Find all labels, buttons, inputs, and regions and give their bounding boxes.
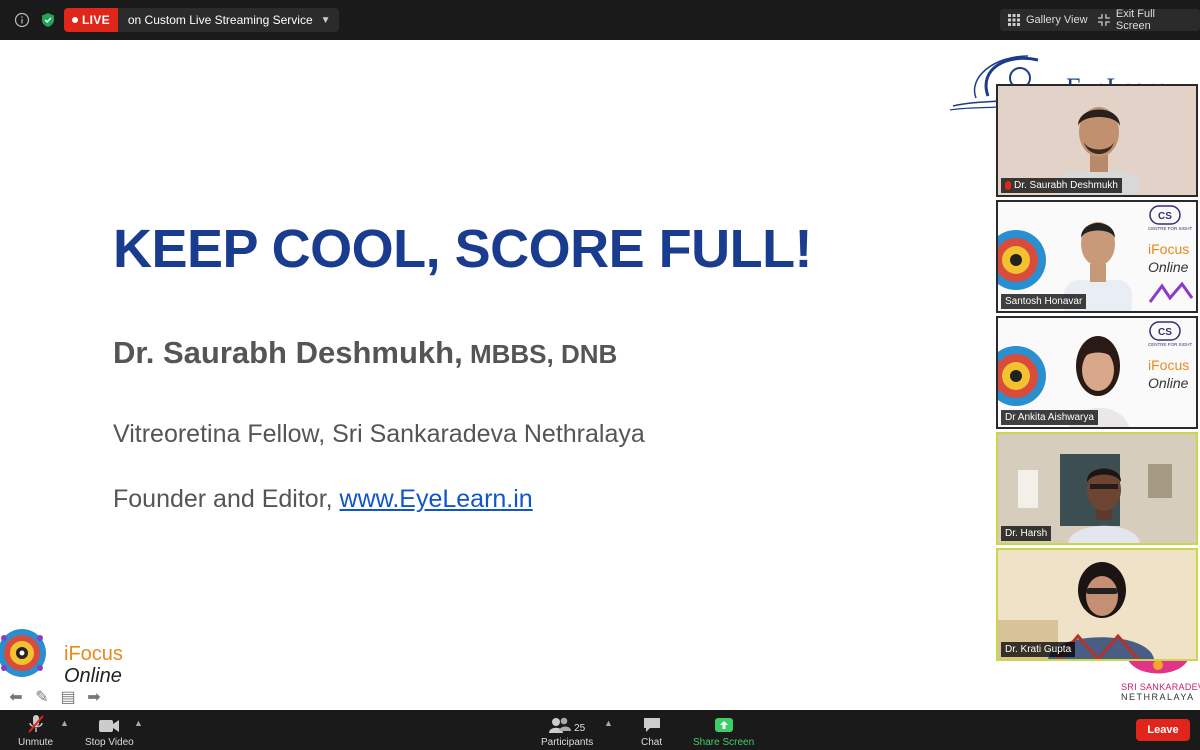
share-screen-button[interactable]: Share Screen: [693, 714, 754, 748]
exit-full-screen-icon: [1098, 14, 1110, 26]
slide-title: KEEP COOL, SCORE FULL!: [113, 219, 813, 279]
tile-logo-line1: iFocus: [1148, 357, 1189, 373]
unmute-label: Unmute: [18, 737, 54, 748]
ifocus-logo-line2: Online: [64, 665, 122, 687]
comment-icon[interactable]: ▤: [58, 688, 78, 706]
presenter-name-text: Dr. Saurabh Deshmukh,: [113, 335, 463, 370]
video-tile[interactable]: CS CENTRE FOR SIGHT iFocus Online Santos…: [996, 200, 1198, 313]
share-screen-icon: [714, 714, 734, 734]
stop-video-label: Stop Video: [85, 737, 134, 748]
founder-prefix: Founder and Editor,: [113, 485, 340, 513]
live-badge: LIVE: [64, 8, 118, 32]
ssn-logo-line1: SRI SANKARADEVA: [1121, 682, 1200, 692]
eyelearn-link[interactable]: www.EyeLearn.in: [340, 485, 533, 513]
presenter-name: Dr. Saurabh Deshmukh, MBBS, DNB: [113, 335, 617, 371]
participant-name: Santosh Honavar: [1005, 296, 1083, 307]
tile-logo-line1: iFocus: [1148, 241, 1189, 257]
gallery-view-label: Gallery View: [1026, 14, 1088, 26]
chat-button[interactable]: Chat: [641, 714, 662, 748]
video-options-chevron-up-icon[interactable]: ▲: [134, 718, 143, 728]
tile-logo-line2: Online: [1148, 375, 1189, 391]
share-screen-label: Share Screen: [693, 737, 755, 748]
audio-options-chevron-up-icon[interactable]: ▲: [60, 718, 69, 728]
cs-logo-caption: CENTRE FOR SIGHT: [1148, 342, 1193, 347]
live-stream-dropdown[interactable]: LIVE on Custom Live Streaming Service ▼: [64, 8, 339, 32]
encryption-shield-icon[interactable]: [38, 10, 58, 30]
video-camera-icon: [98, 714, 120, 734]
meeting-controls-bar: Unmute ▲ Stop Video ▲ 25 Participants ▲ …: [0, 710, 1200, 750]
exit-full-screen-button[interactable]: Exit Full Screen: [1090, 8, 1200, 32]
participants-icon: 25: [549, 714, 585, 734]
participant-name: Dr Ankita Aishwarya: [1005, 412, 1094, 423]
cs-logo-text: CS: [1158, 327, 1172, 338]
participant-name-label: Dr Ankita Aishwarya: [1001, 410, 1098, 425]
participant-name-label: Dr. Saurabh Deshmukh: [1001, 178, 1122, 193]
stop-video-button[interactable]: Stop Video: [85, 714, 134, 748]
chat-label: Chat: [641, 737, 663, 748]
participant-name-label: Santosh Honavar: [1001, 294, 1087, 309]
arrow-left-icon[interactable]: ⬅: [6, 688, 26, 706]
microphone-muted-icon: [1005, 181, 1011, 190]
presenter-qualifications: MBBS, DNB: [462, 339, 618, 369]
arrow-right-icon[interactable]: ➡: [84, 688, 104, 706]
live-label: LIVE: [82, 13, 110, 27]
live-stream-label: on Custom Live Streaming Service: [127, 13, 313, 27]
gallery-view-button[interactable]: Gallery View: [1000, 9, 1096, 31]
cs-logo-caption: CENTRE FOR SIGHT: [1148, 226, 1193, 231]
exit-full-screen-label: Exit Full Screen: [1115, 8, 1155, 32]
unmute-button[interactable]: Unmute: [18, 714, 53, 748]
cs-logo-text: CS: [1158, 211, 1172, 222]
participant-name-label: Dr. Krati Gupta: [1001, 642, 1076, 657]
microphone-muted-icon: [27, 714, 44, 734]
meeting-top-bar: LIVE on Custom Live Streaming Service ▼ …: [0, 0, 1200, 40]
info-icon[interactable]: [12, 10, 32, 30]
participant-name: Dr. Saurabh Deshmukh: [1014, 180, 1118, 191]
live-dot-icon: [72, 17, 78, 23]
leave-meeting-button[interactable]: Leave: [1136, 719, 1190, 741]
ifocus-logo-line1: iFocus: [64, 643, 123, 665]
participants-options-chevron-up-icon[interactable]: ▲: [604, 718, 613, 728]
video-tile[interactable]: CS CENTRE FOR SIGHT iFocus Online Dr Ank…: [996, 316, 1198, 429]
participant-name: Dr. Krati Gupta: [1005, 644, 1072, 655]
presenter-affiliation: Vitreoretina Fellow, Sri Sankaradeva Net…: [113, 420, 645, 448]
chevron-down-icon: ▼: [320, 14, 331, 26]
participants-label: Participants: [541, 737, 594, 748]
tile-logo-line2: Online: [1148, 259, 1189, 275]
video-tile[interactable]: Dr. Krati Gupta: [996, 548, 1198, 661]
chat-icon: [643, 714, 661, 734]
participants-count: 25: [574, 723, 586, 734]
presenter-founder-line: Founder and Editor, www.EyeLearn.in: [113, 485, 533, 514]
participant-name: Dr. Harsh: [1005, 528, 1048, 539]
ssn-logo-line2: NETHRALAYA: [1121, 692, 1195, 702]
video-tile[interactable]: Dr. Harsh: [996, 432, 1198, 545]
video-tile[interactable]: Dr. Saurabh Deshmukh: [996, 84, 1198, 197]
grid-icon: [1008, 14, 1020, 26]
pen-icon[interactable]: ✎: [32, 688, 52, 706]
slide-navigation-tools: ⬅ ✎ ▤ ➡: [6, 688, 104, 706]
participant-name-label: Dr. Harsh: [1001, 526, 1052, 541]
participants-button[interactable]: 25 Participants: [541, 714, 593, 748]
